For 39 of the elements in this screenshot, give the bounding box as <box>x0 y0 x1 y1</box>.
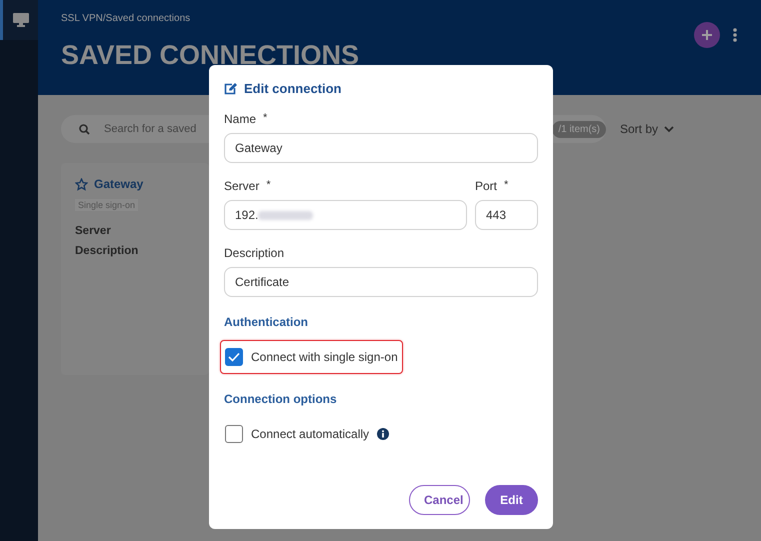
description-label: Description <box>224 246 284 260</box>
checkbox-label[interactable]: Connect automatically <box>251 427 370 441</box>
section-heading: Connection options <box>224 392 337 406</box>
server-label: Server <box>224 179 260 193</box>
monitor-icon <box>12 13 28 27</box>
port-label: Port <box>475 179 498 193</box>
name-label: Name <box>224 112 256 126</box>
check-icon <box>228 352 240 362</box>
info-icon[interactable] <box>377 428 390 440</box>
port-field[interactable]: 443 <box>475 200 538 230</box>
edit-icon <box>224 82 237 94</box>
star-icon[interactable] <box>75 178 88 190</box>
required-mark: * <box>263 112 268 124</box>
description-field[interactable]: Certificate <box>224 267 538 297</box>
checkbox-label[interactable]: Connect with single sign-on <box>251 350 398 364</box>
required-mark: * <box>266 179 271 191</box>
page-title: SAVED CONNECTIONS <box>61 40 360 71</box>
add-button[interactable] <box>694 22 720 48</box>
name-field[interactable]: Gateway <box>224 133 538 163</box>
sort-button[interactable]: Sort by <box>620 122 674 136</box>
checkbox[interactable] <box>225 348 243 366</box>
checkbox[interactable] <box>225 425 243 443</box>
breadcrumb: SSL VPN/Saved connections <box>61 13 192 24</box>
connection-name: Gateway <box>94 177 144 191</box>
more-icon[interactable] <box>733 28 737 42</box>
chevron-down-icon <box>664 126 674 132</box>
field-label: Description <box>75 245 138 257</box>
required-mark: * <box>504 179 508 191</box>
search-placeholder: Search for a saved <box>104 123 198 135</box>
plus-icon <box>701 29 713 41</box>
item-count: /1 item(s) <box>552 120 606 138</box>
cancel-button[interactable]: Cancel <box>409 485 470 515</box>
edit-button[interactable]: Edit <box>485 485 538 515</box>
field-label: Server <box>75 225 111 237</box>
search-icon <box>79 124 90 134</box>
dialog-title: Edit connection <box>244 81 342 96</box>
section-heading: Authentication <box>224 315 308 329</box>
sidebar-item[interactable] <box>0 0 38 40</box>
server-field[interactable]: 192. <box>224 200 467 230</box>
